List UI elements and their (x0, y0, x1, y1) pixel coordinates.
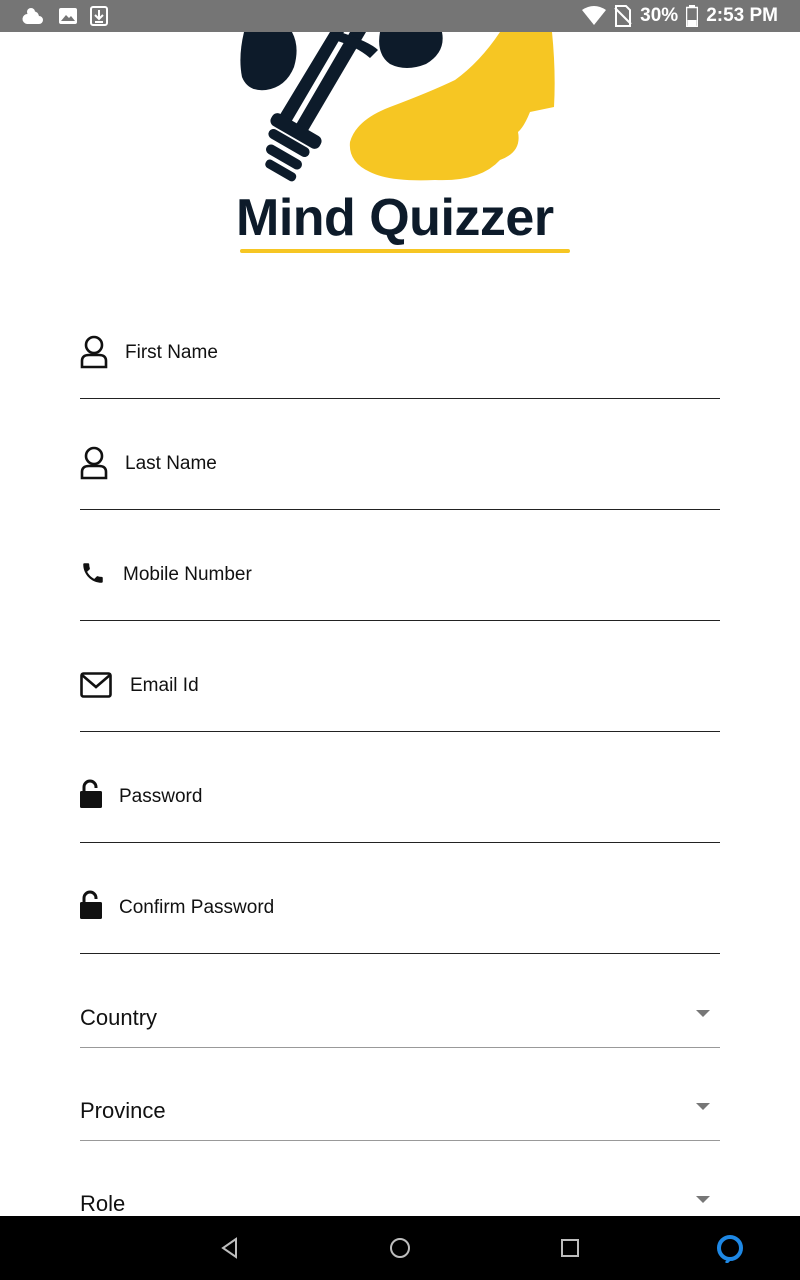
status-left-icons (22, 4, 108, 28)
chevron-down-icon (696, 1103, 710, 1110)
mail-icon (80, 672, 112, 698)
user-icon (80, 446, 108, 480)
navigation-bar (0, 1216, 800, 1280)
download-icon (90, 6, 108, 26)
first-name-field[interactable]: First Name (80, 288, 720, 399)
country-label: Country (80, 1005, 158, 1030)
mobile-number-field[interactable]: Mobile Number (80, 510, 720, 621)
logo-graphic (240, 32, 555, 182)
user-icon (80, 335, 108, 369)
phone-icon (80, 560, 106, 586)
password-field[interactable]: Password (80, 732, 720, 843)
chevron-down-icon (696, 1010, 710, 1017)
assistant-icon[interactable] (714, 1232, 746, 1264)
logo-underline (240, 249, 570, 253)
last-name-field[interactable]: Last Name (80, 399, 720, 510)
mobile-number-placeholder: Mobile Number (123, 564, 252, 585)
confirm-password-placeholder: Confirm Password (119, 897, 275, 918)
back-icon[interactable] (214, 1232, 246, 1264)
status-right: 30% 2:53 PM (582, 0, 778, 32)
no-sim-icon (614, 5, 632, 27)
battery-icon (686, 5, 699, 27)
status-bar: 30% 2:53 PM (0, 0, 800, 32)
weather-icon (22, 4, 46, 28)
province-select[interactable]: Province (80, 1096, 720, 1141)
logo-text: Mind Quizzer (236, 189, 554, 247)
password-placeholder: Password (119, 786, 203, 807)
battery-percent: 30% (640, 5, 679, 26)
email-placeholder: Email Id (130, 675, 199, 696)
chevron-down-icon (696, 1196, 710, 1203)
email-field[interactable]: Email Id (80, 621, 720, 732)
clock: 2:53 PM (706, 5, 778, 26)
province-label: Province (80, 1098, 166, 1123)
home-icon[interactable] (384, 1232, 416, 1264)
country-select[interactable]: Country (80, 1003, 720, 1048)
image-icon (58, 6, 78, 26)
first-name-placeholder: First Name (125, 342, 218, 363)
confirm-password-field[interactable]: Confirm Password (80, 843, 720, 954)
lock-icon (80, 890, 102, 920)
wifi-icon (582, 6, 607, 26)
role-label: Role (80, 1191, 126, 1216)
last-name-placeholder: Last Name (125, 453, 217, 474)
recents-icon[interactable] (554, 1232, 586, 1264)
lock-icon (80, 779, 102, 809)
